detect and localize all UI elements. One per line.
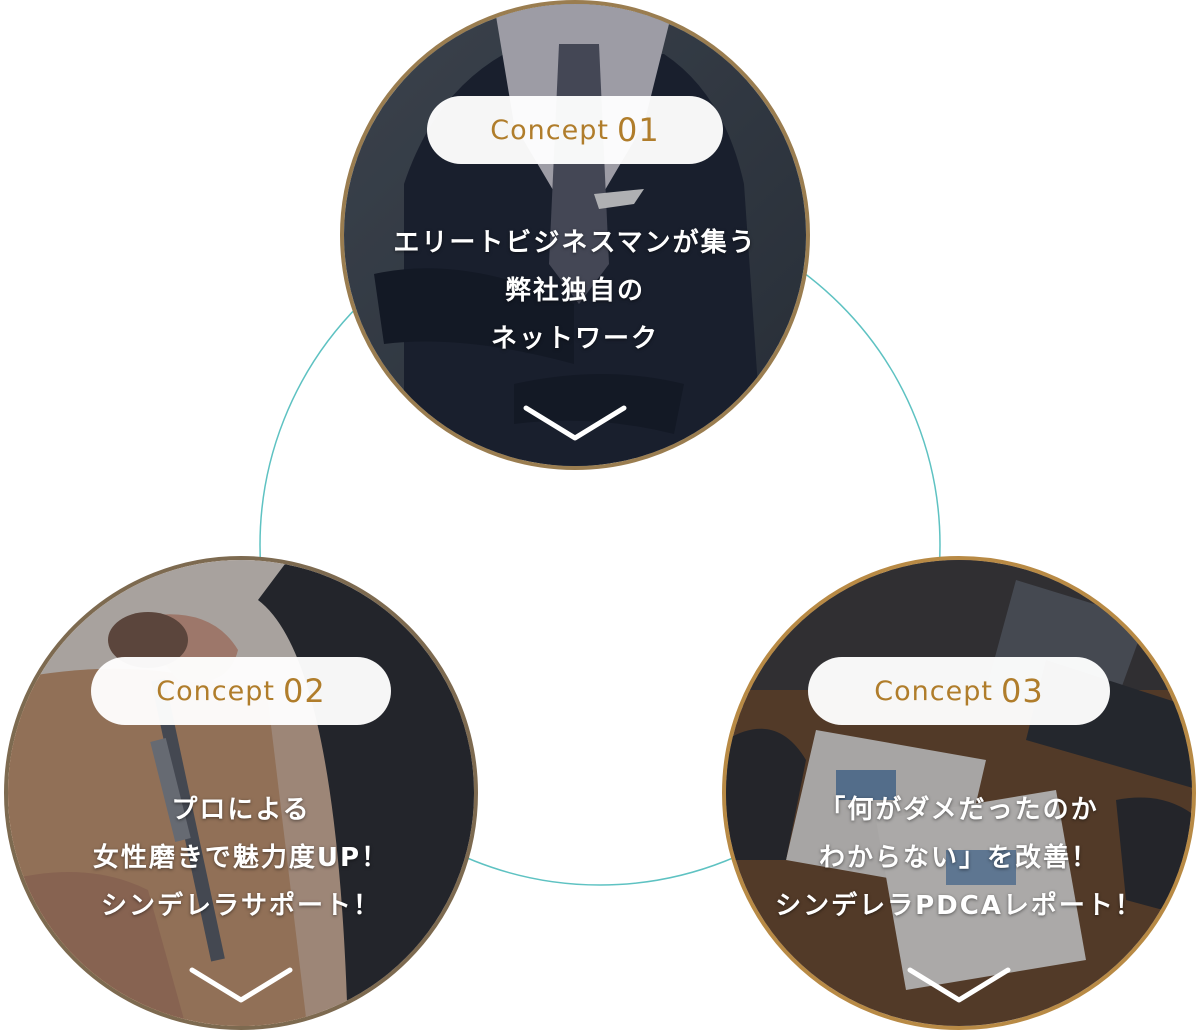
concept-02-description: プロによる 女性磨きで魅力度UP！ シンデレラサポート！ xyxy=(8,786,474,930)
description-line: わからない」を改善！ xyxy=(818,843,1099,873)
concept-03-description: 「何がダメだったのか わからない」を改善！ シンデレラPDCAレポート！ xyxy=(726,786,1192,930)
concept-number: 03 xyxy=(1000,672,1044,710)
concept-number: 02 xyxy=(282,672,326,710)
concept-label: Concept xyxy=(156,675,275,707)
concept-02-card[interactable]: Concept 02 プロによる 女性磨きで魅力度UP！ シンデレラサポート！ xyxy=(4,556,478,1030)
concept-01-badge: Concept 01 xyxy=(427,96,723,164)
concept-01-description: エリートビジネスマンが集う 弊社独自の ネットワーク xyxy=(344,219,806,363)
description-line: 「何がダメだったのか xyxy=(819,795,1099,825)
chevron-down-icon[interactable] xyxy=(186,964,296,1008)
description-line: 弊社独自の xyxy=(504,276,645,306)
concept-03-card[interactable]: Concept 03 「何がダメだったのか わからない」を改善！ シンデレラPD… xyxy=(722,556,1196,1030)
concept-02-badge: Concept 02 xyxy=(91,657,391,725)
concept-label: Concept xyxy=(490,114,609,146)
chevron-down-icon[interactable] xyxy=(904,964,1014,1008)
concept-number: 01 xyxy=(616,111,660,149)
description-line: 女性磨きで魅力度UP！ xyxy=(92,843,390,873)
description-line: シンデレラPDCAレポート！ xyxy=(775,891,1143,921)
chevron-down-icon[interactable] xyxy=(520,402,630,446)
description-line: プロによる xyxy=(171,795,311,825)
description-line: エリートビジネスマンが集う xyxy=(393,228,757,258)
description-line: シンデレラサポート！ xyxy=(100,891,381,921)
concept-label: Concept xyxy=(874,675,993,707)
description-line: ネットワーク xyxy=(490,324,659,354)
concept-03-badge: Concept 03 xyxy=(808,657,1110,725)
concept-01-card[interactable]: Concept 01 エリートビジネスマンが集う 弊社独自の ネットワーク xyxy=(340,0,810,470)
